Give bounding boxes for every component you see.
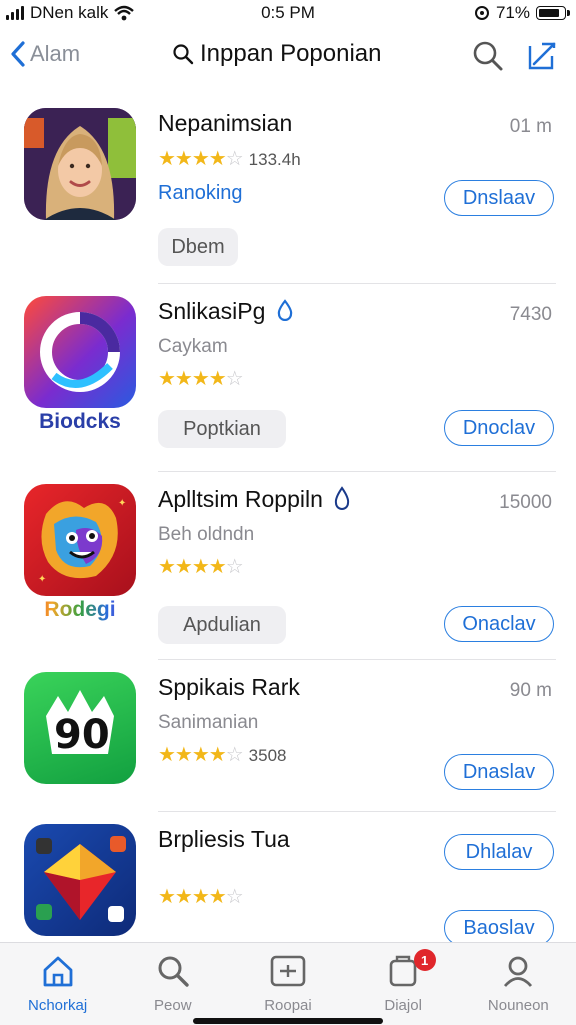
list-item[interactable]: ✦ ✦ Rodegi Aplltsim Roppiln Beh oldndn ★…: [0, 472, 576, 660]
app-icon[interactable]: 90: [24, 672, 136, 784]
list-item[interactable]: 90 Sppikais Rark Sanimanian ★★★★☆ 3508 90…: [0, 660, 576, 812]
download-button[interactable]: Dnoclav: [444, 410, 554, 446]
back-button[interactable]: Alam: [10, 40, 80, 68]
star-rating: ★★★★☆: [158, 368, 244, 390]
search-icon: [473, 41, 503, 71]
brand-label: Biodcks: [39, 410, 121, 433]
tab-search[interactable]: Peow: [115, 943, 230, 1025]
tab-apps[interactable]: Roopai: [230, 943, 345, 1025]
app-meta: 01 m: [509, 116, 552, 137]
star-rating: ★★★★☆ 133.4h: [158, 148, 301, 170]
svg-text:✦: ✦: [38, 574, 46, 585]
app-meta: 90 m: [509, 680, 552, 701]
star-rating: ★★★★☆ 3508: [158, 744, 287, 766]
monster-face-icon: ✦ ✦: [38, 498, 126, 585]
gem-icon: [36, 836, 126, 922]
tab-bar: Nchorkaj Peow Roopai 1 Diajol Nouneon: [0, 942, 576, 1025]
download-button[interactable]: Dnaslav: [444, 754, 554, 790]
download-button[interactable]: Dnslaav: [444, 180, 554, 216]
app-name: SnlikasiPg: [158, 298, 294, 325]
tag-pill[interactable]: Dbem: [158, 228, 238, 266]
svg-text:✦: ✦: [118, 498, 126, 509]
verified-drop-icon: [277, 299, 293, 322]
app-subtitle: Beh oldndn: [158, 524, 255, 545]
mascot-icon: 90: [46, 690, 114, 758]
brand-label: Rodegi: [24, 598, 136, 622]
rating-count: 3508: [248, 746, 287, 765]
verified-drop-icon: [335, 486, 350, 510]
download-button[interactable]: Dhlalav: [444, 834, 554, 870]
app-name-text: Aplltsim Roppiln: [158, 486, 323, 512]
battery-icon: [536, 6, 570, 20]
compose-button[interactable]: [526, 40, 558, 77]
status-bar: DNen kalk 0:5 PM 71%: [0, 0, 576, 26]
navigation-bar: Alam Inppan Poponian: [0, 34, 576, 80]
app-name-text: SnlikasiPg: [158, 298, 266, 324]
app-subtitle: Caykam: [158, 336, 228, 357]
search-icon: [158, 956, 189, 987]
battery-percent: 71%: [495, 3, 530, 22]
tab-home[interactable]: Nchorkaj: [0, 943, 115, 1025]
apps-icon: [270, 955, 306, 987]
home-icon: [43, 956, 72, 987]
list-item[interactable]: Brpliesis Tua ★★★★☆ Dhlalav Baoslav: [0, 812, 576, 952]
rating-count: 133.4h: [248, 150, 301, 169]
back-label: Alam: [30, 41, 81, 66]
svg-text:90: 90: [54, 712, 110, 758]
star-rating: ★★★★☆: [158, 886, 244, 908]
download-button[interactable]: Onaclav: [444, 606, 554, 642]
notification-badge: 1: [413, 949, 436, 971]
list-item[interactable]: Nepanimsian ★★★★☆ 133.4h Ranoking 01 m Dn…: [0, 96, 576, 284]
home-indicator: [193, 1018, 383, 1024]
tag-pill[interactable]: Poptkian: [158, 410, 286, 448]
chevron-left-icon: [11, 41, 25, 67]
account-icon: [504, 956, 533, 987]
tab-label: Nouneon: [487, 997, 549, 1014]
ranking-link[interactable]: Ranoking: [158, 182, 243, 205]
app-subtitle: Sanimanian: [158, 712, 259, 733]
person-photo-icon: [24, 108, 136, 220]
download-button-secondary[interactable]: Baoslav: [444, 910, 554, 946]
compose-icon: [528, 42, 556, 70]
star-rating: ★★★★☆: [158, 556, 244, 578]
app-name: Brpliesis Tua: [158, 826, 290, 852]
tab-label: Nchorkaj: [28, 997, 88, 1014]
app-meta: 15000: [499, 492, 552, 513]
app-icon[interactable]: [24, 108, 136, 220]
search-button[interactable]: [472, 40, 504, 77]
search-icon: [173, 44, 194, 65]
app-meta: 7430: [509, 304, 552, 325]
tab-label: Roopai: [264, 997, 312, 1014]
app-icon[interactable]: [24, 296, 136, 408]
app-list: Nepanimsian ★★★★☆ 133.4h Ranoking 01 m Dn…: [0, 96, 576, 952]
tag-pill[interactable]: Apdulian: [158, 606, 286, 644]
app-icon[interactable]: ✦ ✦: [24, 484, 136, 596]
location-icon: [474, 6, 489, 20]
app-name: Aplltsim Roppiln: [158, 486, 351, 513]
tab-label: Peow: [154, 997, 192, 1014]
tab-label: Diajol: [384, 997, 422, 1014]
list-item[interactable]: Biodcks SnlikasiPg Caykam ★★★★☆ 7430 Dno…: [0, 284, 576, 472]
swirl-logo-icon: [40, 312, 120, 392]
tab-updates[interactable]: 1 Diajol: [346, 943, 461, 1025]
page-title-text: Inppan Poponian: [200, 40, 382, 67]
app-name: Sppikais Rark: [158, 674, 300, 700]
app-name: Nepanimsian: [158, 110, 293, 136]
app-icon[interactable]: [24, 824, 136, 936]
tab-account[interactable]: Nouneon: [461, 943, 576, 1025]
page-title: Inppan Poponian: [172, 40, 382, 68]
